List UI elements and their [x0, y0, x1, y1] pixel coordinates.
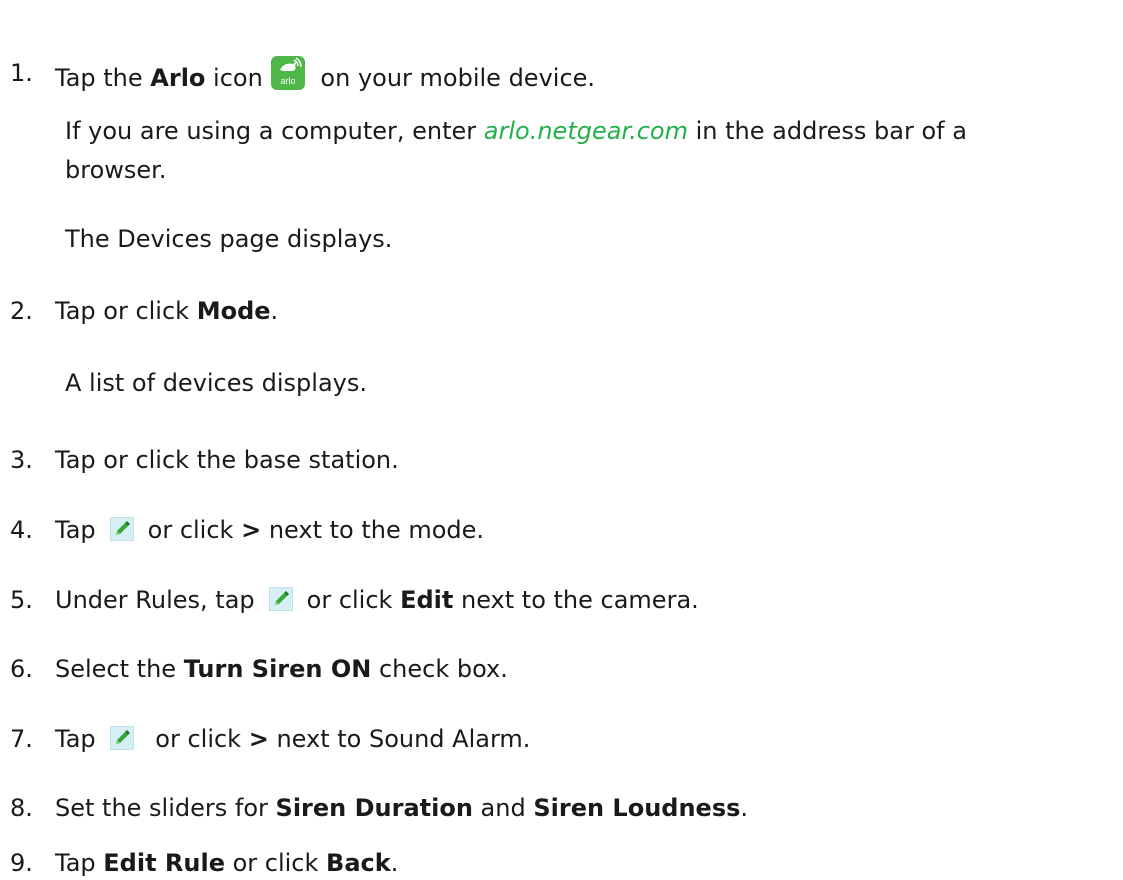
step-text: .: [740, 794, 749, 822]
computer-note-line2: browser.: [65, 156, 167, 184]
chevron-symbol: >: [248, 725, 269, 753]
step-text: Select the: [55, 655, 184, 683]
arlo-website-link[interactable]: arlo.netgear.com: [484, 117, 688, 145]
step-number: 4.: [10, 516, 33, 544]
siren-duration-label: Siren Duration: [275, 794, 473, 822]
step-text: or click: [224, 849, 327, 877]
turn-siren-on-label: Turn Siren ON: [183, 655, 372, 683]
step-text: Tap: [55, 725, 96, 753]
step-text: or click: [147, 725, 249, 753]
step-text: Set the sliders for: [55, 794, 276, 822]
step-text: next to the camera.: [453, 586, 699, 614]
computer-note: If you are using a computer, enter arlo.…: [65, 111, 967, 151]
step-text: Tap: [55, 516, 96, 544]
step-text: Tap or click: [55, 297, 197, 325]
mode-label: Mode: [196, 297, 271, 325]
step-number: 7.: [10, 725, 33, 753]
step-number: 6.: [10, 655, 33, 683]
step-number: 3.: [10, 446, 33, 474]
step-text: .: [390, 849, 399, 877]
device-list-note: A list of devices displays.: [65, 369, 368, 397]
siren-loudness-label: Siren Loudness: [533, 794, 741, 822]
edit-label: Edit: [400, 586, 454, 614]
step-text: icon: [205, 64, 263, 92]
step-number: 8.: [10, 794, 33, 822]
step-text: on your mobile device.: [312, 64, 596, 92]
edit-pencil-icon: [109, 517, 134, 541]
devices-page-note: The Devices page displays.: [65, 225, 393, 253]
step-text: next to the mode.: [261, 516, 485, 544]
step-number: 9.: [10, 849, 33, 877]
note-text: in the address bar of a: [687, 117, 967, 145]
step-number: 2.: [10, 297, 33, 325]
step-text: or click: [306, 586, 401, 614]
arlo-icon-label: arlo: [280, 76, 295, 86]
note-text: If you are using a computer, enter: [65, 117, 484, 145]
step-text: or click: [147, 516, 242, 544]
step-text: Under Rules, tap: [55, 586, 255, 614]
back-label: Back: [326, 849, 391, 877]
step-text: Tap or click the base station.: [55, 446, 399, 474]
step-text: check box.: [371, 655, 508, 683]
chevron-symbol: >: [241, 516, 262, 544]
step-text: Tap: [55, 849, 104, 877]
app-name: Arlo: [150, 64, 206, 92]
edit-pencil-icon: [109, 726, 134, 750]
edit-pencil-icon: [268, 587, 293, 611]
edit-rule-label: Edit Rule: [103, 849, 225, 877]
step-text: Tap the: [55, 64, 151, 92]
step-number: 5.: [10, 586, 33, 614]
step-text: next to Sound Alarm.: [268, 725, 531, 753]
arlo-app-icon: arlo: [270, 56, 305, 90]
step-text: .: [270, 297, 279, 325]
step-text: and: [472, 794, 534, 822]
step-number: 1.: [10, 59, 33, 87]
